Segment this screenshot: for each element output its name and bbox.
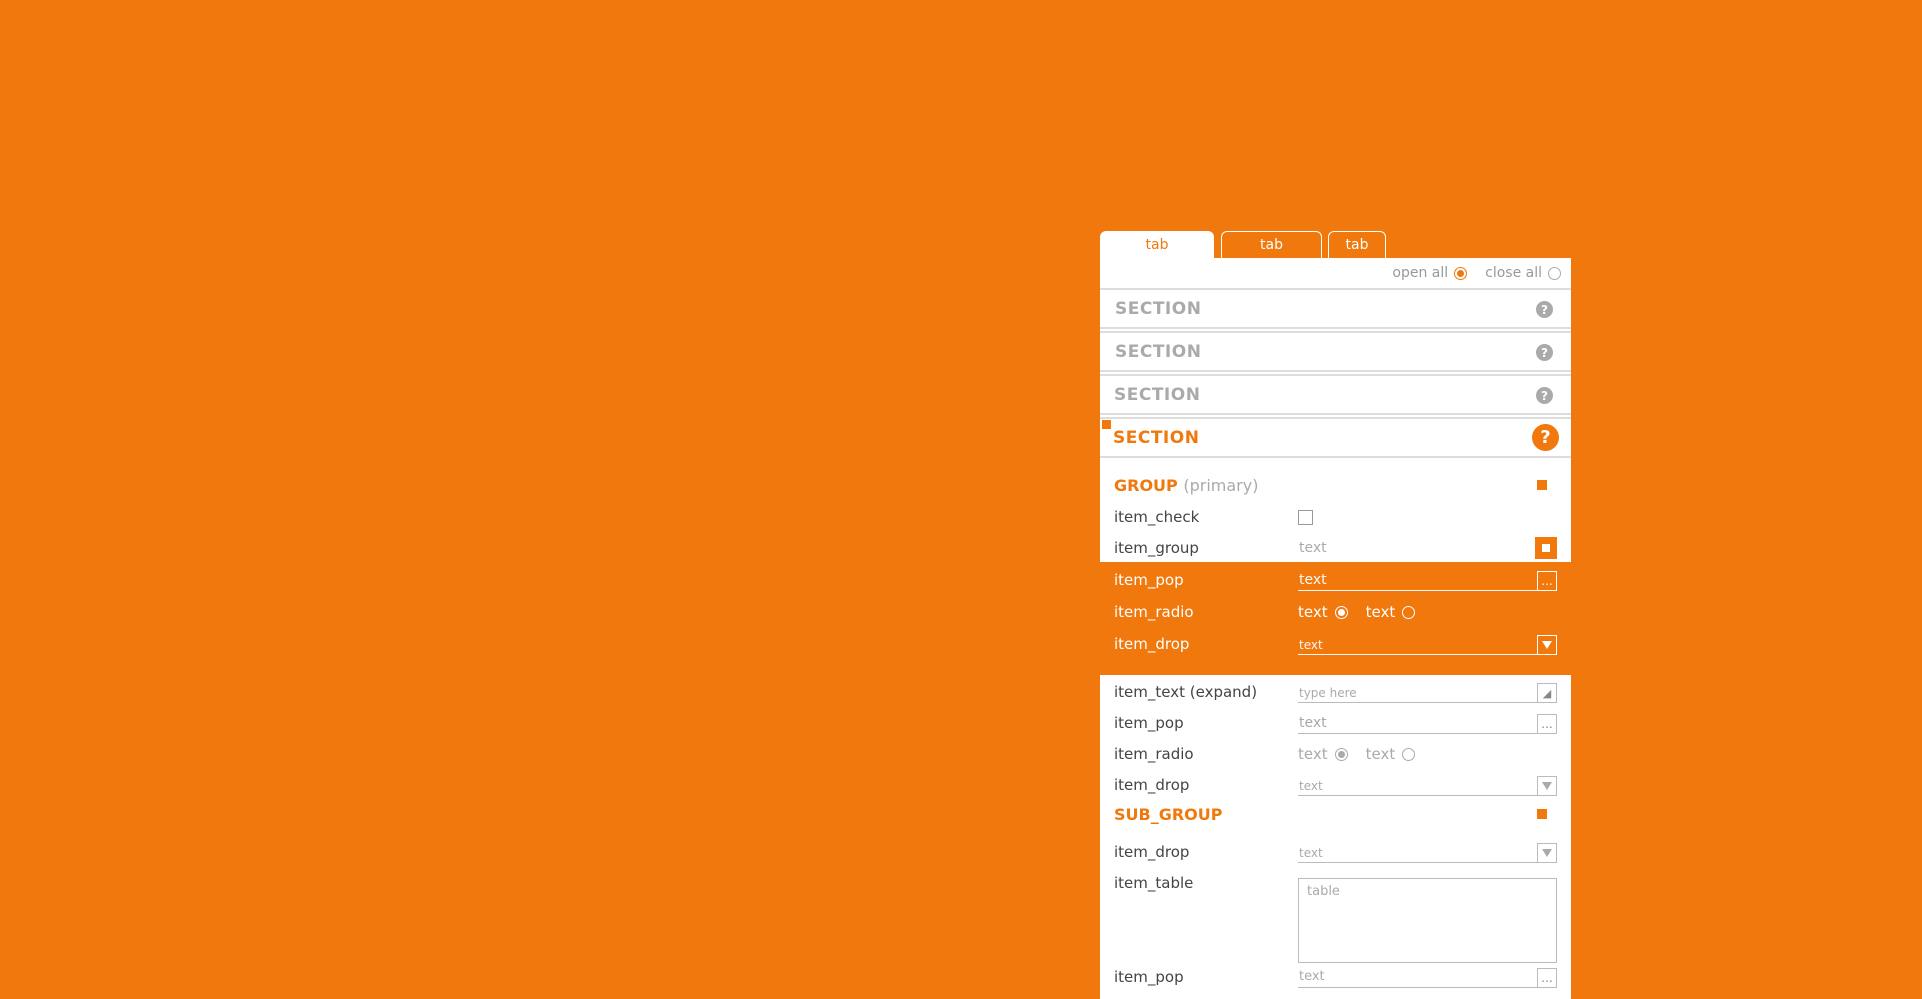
item-radio-group: text text [1298, 745, 1416, 763]
item-table-row: item_table table [1100, 868, 1571, 968]
dropdown-arrow-icon[interactable] [1537, 843, 1557, 863]
item-text-label: item_text (expand) [1114, 683, 1258, 701]
item-drop-label: item_drop [1114, 776, 1190, 794]
item-pop-field[interactable]: text [1298, 715, 1556, 734]
radio-option-1[interactable]: text [1298, 603, 1348, 621]
close-all-option[interactable]: close all [1485, 265, 1561, 281]
section-title: SECTION [1113, 428, 1200, 448]
radio-option-2[interactable]: text [1366, 603, 1416, 621]
expand-marker[interactable] [1102, 420, 1111, 429]
item-pop-row: item_pop text ... [1100, 708, 1571, 740]
open-all-label: open all [1392, 265, 1449, 281]
radio-button[interactable] [1402, 605, 1416, 619]
tab-1[interactable]: tab [1100, 231, 1214, 258]
item-drop-field[interactable]: text [1298, 636, 1556, 655]
popup-dots-icon[interactable]: ... [1537, 714, 1557, 734]
radio-option-1[interactable]: text [1298, 745, 1348, 763]
section-1[interactable]: SECTION ? [1100, 288, 1571, 329]
item-pop-field[interactable]: text [1298, 969, 1556, 988]
section-title: SECTION [1115, 299, 1202, 319]
open-close-controls: open all close all [1392, 265, 1561, 281]
sub-group-title: SUB_GROUP [1114, 805, 1223, 824]
help-icon[interactable]: ? [1532, 424, 1559, 451]
dropdown-arrow-icon[interactable] [1537, 635, 1557, 655]
item-check-checkbox[interactable] [1298, 510, 1313, 525]
section-title: SECTION [1115, 342, 1202, 362]
item-drop-field[interactable]: text [1298, 844, 1556, 863]
dropdown-arrow-icon[interactable] [1537, 776, 1557, 796]
close-all-label: close all [1485, 265, 1542, 281]
item-drop-label: item_drop [1114, 843, 1190, 861]
help-icon[interactable]: ? [1536, 301, 1553, 318]
section-title: SECTION [1114, 385, 1201, 405]
item-pop-row: item_pop text ... [1100, 962, 1571, 994]
section-3[interactable]: SECTION ? [1100, 374, 1571, 415]
item-group-toggle-button[interactable] [1535, 537, 1557, 559]
tab-2[interactable]: tab [1221, 231, 1322, 258]
group-title: GROUP (primary) [1114, 476, 1258, 495]
sub-group-toggle-button[interactable] [1537, 809, 1547, 819]
group-title-text: GROUP [1114, 476, 1178, 495]
item-pop-label: item_pop [1114, 714, 1184, 732]
item-check-row: item_check [1100, 502, 1571, 534]
properties-panel: open all close all SECTION ? SECTION ? S… [1100, 258, 1571, 999]
popup-dots-icon[interactable]: ... [1537, 968, 1557, 988]
item-radio-label: item_radio [1114, 603, 1194, 621]
open-all-radio[interactable] [1454, 266, 1468, 280]
radio-option-label: text [1298, 603, 1328, 621]
item-text-input[interactable]: type here [1298, 684, 1556, 703]
item-radio-row: item_radio text text [1100, 739, 1571, 771]
item-group-label: item_group [1114, 539, 1199, 557]
radio-option-label: text [1298, 745, 1328, 763]
open-all-option[interactable]: open all [1392, 265, 1468, 281]
radio-button[interactable] [1334, 605, 1348, 619]
item-group-field[interactable]: text [1298, 540, 1556, 559]
close-all-radio[interactable] [1548, 266, 1561, 280]
section-2[interactable]: SECTION ? [1100, 331, 1571, 372]
item-table-label: item_table [1114, 874, 1194, 892]
radio-button[interactable] [1334, 747, 1348, 761]
item-drop-label: item_drop [1114, 635, 1190, 653]
item-group-row: item_group text [1100, 533, 1571, 565]
help-icon[interactable]: ? [1536, 387, 1553, 404]
radio-option-label: text [1365, 745, 1396, 763]
item-pop-label: item_pop [1114, 968, 1184, 986]
item-drop-row: item_drop text [1100, 770, 1571, 802]
radio-option-2[interactable]: text [1366, 745, 1416, 763]
tab-3[interactable]: tab [1328, 231, 1386, 258]
item-drop-row: item_drop text [1100, 629, 1571, 661]
radio-option-label: text [1365, 603, 1396, 621]
item-text-expand-row: item_text (expand) type here ◢ [1100, 677, 1571, 709]
item-pop-row: item_pop text ... [1100, 565, 1571, 597]
item-check-label: item_check [1114, 508, 1200, 526]
group-toggle-button[interactable] [1537, 480, 1547, 490]
item-pop-field[interactable]: text [1298, 572, 1556, 591]
item-drop-row: item_drop text [1100, 837, 1571, 869]
popup-dots-icon[interactable]: ... [1537, 571, 1557, 591]
item-radio-label: item_radio [1114, 745, 1194, 763]
expand-icon[interactable]: ◢ [1537, 683, 1557, 703]
item-radio-row: item_radio text text [1100, 597, 1571, 629]
item-radio-group: text text [1298, 603, 1416, 621]
help-icon[interactable]: ? [1536, 344, 1553, 361]
item-group-expanded-block: item_pop text ... item_radio text text i… [1100, 562, 1571, 675]
section-4-active[interactable]: SECTION ? [1100, 417, 1571, 458]
item-drop-field[interactable]: text [1298, 777, 1556, 796]
item-table-box[interactable]: table [1298, 878, 1557, 963]
item-pop-label: item_pop [1114, 571, 1184, 589]
radio-button[interactable] [1402, 747, 1416, 761]
group-subtitle: (primary) [1183, 476, 1259, 495]
